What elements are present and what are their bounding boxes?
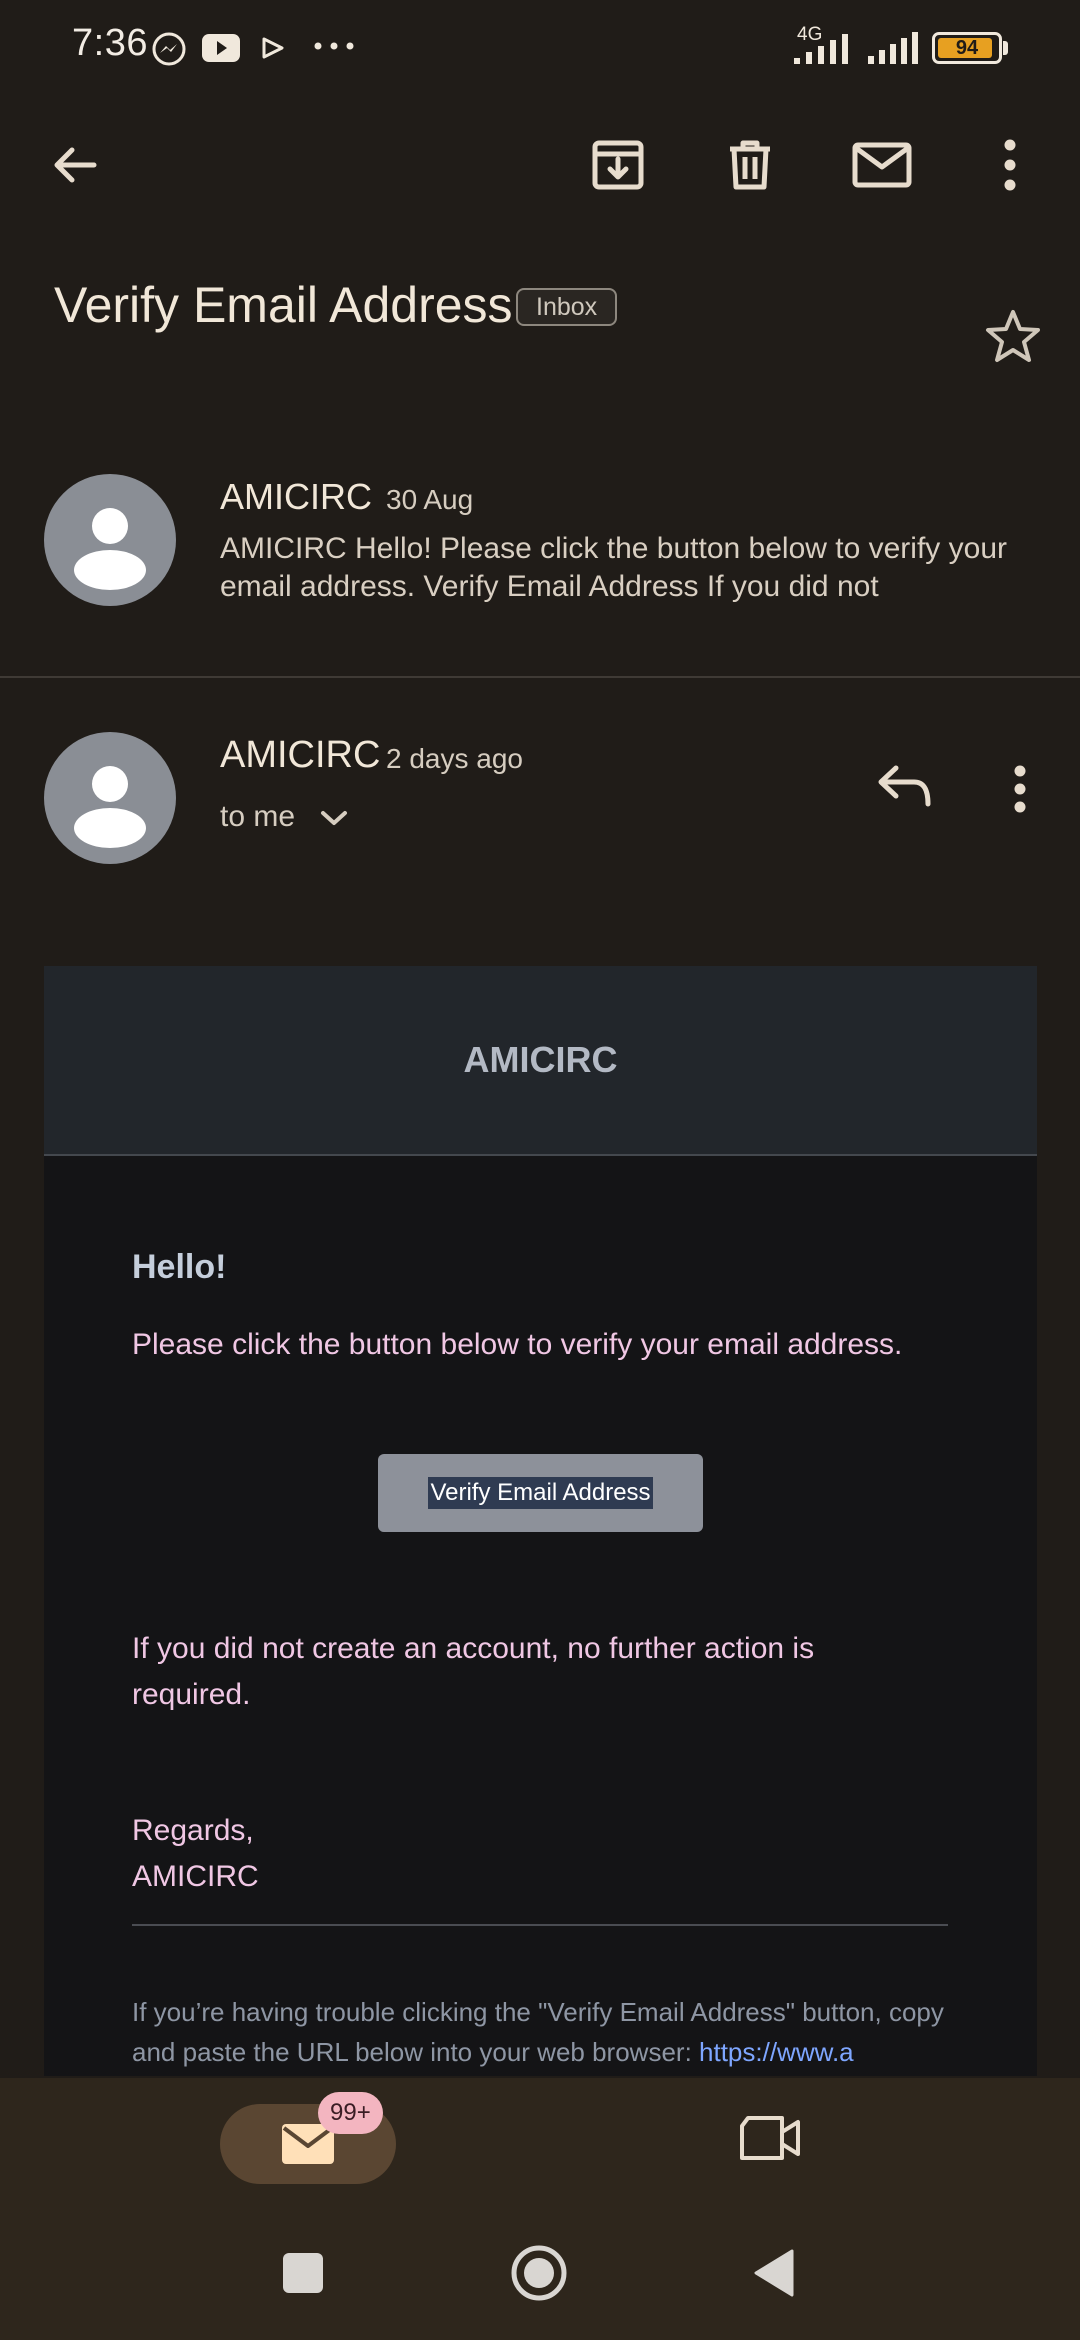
regards-text: Regards, (132, 1814, 254, 1847)
no-action-text: If you did not create an account, no fur… (132, 1632, 815, 1711)
meet-tab[interactable] (736, 2112, 806, 2164)
mark-unread-button[interactable] (847, 130, 917, 200)
signal-icon (866, 30, 922, 66)
reply-icon (876, 762, 932, 808)
message-snippet[interactable]: AMICIRC Hello! Please click the button b… (220, 530, 1020, 606)
signal-icon (792, 30, 858, 66)
square-icon (282, 2252, 324, 2294)
more-dots-icon (312, 36, 356, 56)
reply-button[interactable] (876, 762, 932, 808)
brand-name: AMICIRC (463, 1039, 618, 1080)
back-nav-button[interactable] (752, 2248, 796, 2298)
recipient-details-toggle[interactable]: to me (220, 800, 349, 834)
recipient-label: to me (220, 800, 296, 833)
play-icon (258, 30, 288, 66)
chevron-down-icon (319, 808, 349, 828)
battery-icon: 94 (932, 32, 1002, 64)
signoff-text: AMICIRC (132, 1860, 259, 1893)
delete-button[interactable] (715, 130, 785, 200)
home-circle-icon (510, 2244, 568, 2302)
email-header-banner: AMICIRC (44, 966, 1037, 1156)
recents-button[interactable] (282, 2252, 324, 2294)
message-more-button[interactable] (1010, 764, 1030, 814)
home-button[interactable] (510, 2244, 568, 2302)
sender-avatar[interactable] (44, 474, 176, 606)
more-vert-icon (1000, 137, 1020, 193)
mark-unread-icon (852, 141, 912, 189)
youtube-icon (200, 30, 242, 66)
message-date: 2 days ago (386, 743, 523, 774)
messenger-icon (150, 30, 188, 68)
verification-link[interactable]: https://www.a (699, 2037, 854, 2067)
sender-avatar[interactable] (44, 732, 176, 864)
battery-level: 94 (955, 37, 979, 59)
inbox-label-chip[interactable]: Inbox (516, 288, 618, 326)
battery-tip (1003, 41, 1008, 55)
status-time: 7:36 (72, 22, 148, 64)
greeting: Hello! (132, 1248, 227, 1286)
email-body: AMICIRC Hello! Please click the button b… (44, 966, 1037, 2076)
more-options-button[interactable] (975, 130, 1045, 200)
archive-icon (590, 137, 646, 193)
unread-badge: 99+ (318, 2092, 383, 2134)
archive-button[interactable] (583, 130, 653, 200)
back-arrow-icon (48, 138, 102, 192)
divider (132, 1924, 948, 1926)
more-vert-icon (1010, 764, 1030, 814)
delete-icon (724, 137, 776, 193)
verify-email-button[interactable]: Verify Email Address (378, 1454, 703, 1532)
message-date: 30 Aug (386, 484, 474, 515)
divider (0, 676, 1080, 678)
sender-name: AMICIRC (220, 476, 372, 517)
sender-name: AMICIRC (220, 734, 381, 776)
star-icon[interactable] (984, 308, 1042, 364)
trouble-text: If you’re having trouble clicking the "V… (132, 1992, 982, 2072)
verify-button-label: Verify Email Address (428, 1477, 653, 1509)
intro-text: Please click the button below to verify … (132, 1328, 903, 1361)
back-button[interactable] (40, 130, 110, 200)
video-camera-icon (736, 2112, 806, 2164)
email-subject: Verify Email Address (54, 277, 513, 333)
back-triangle-icon (752, 2248, 796, 2298)
